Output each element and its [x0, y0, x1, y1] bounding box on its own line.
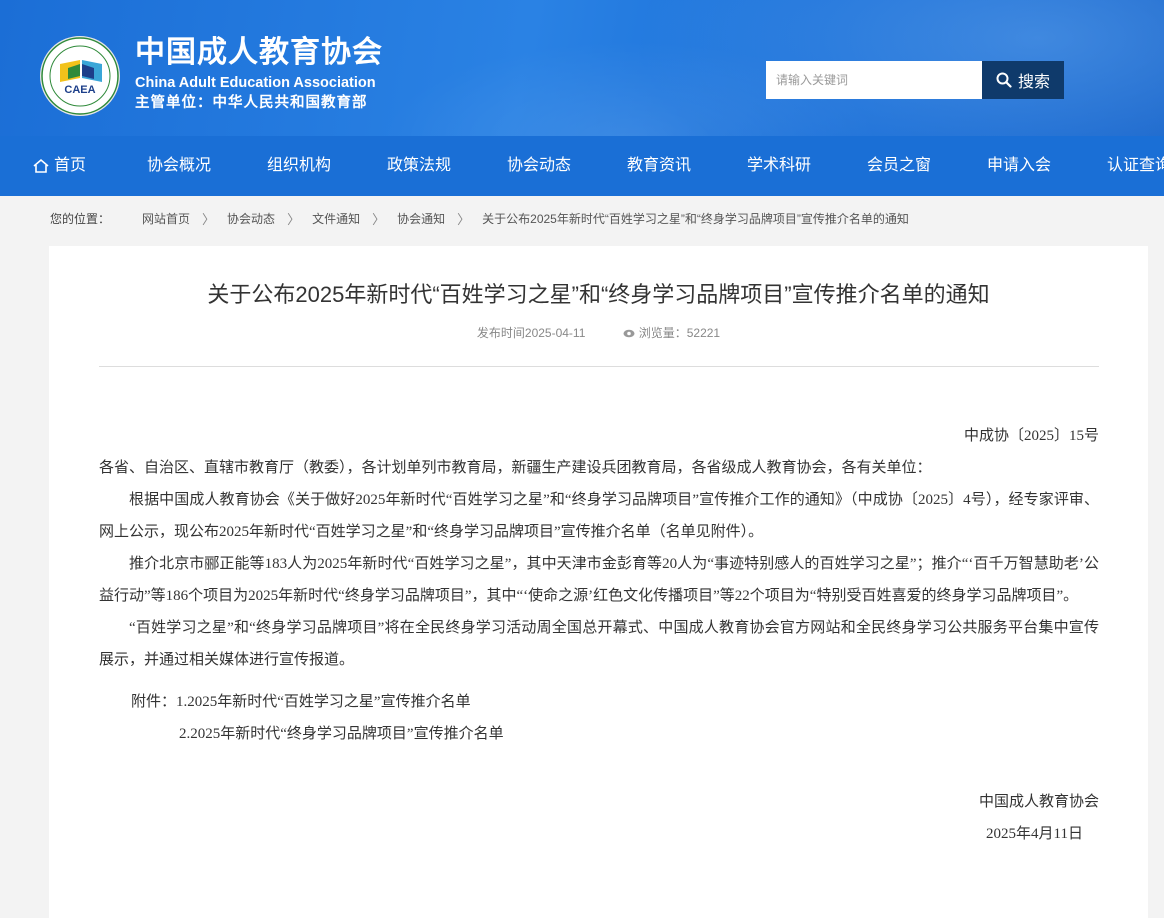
logo-text: CAEA [64, 84, 96, 96]
nav-item-about[interactable]: 协会概况 [147, 136, 211, 196]
nav-item-home[interactable]: 首页 [32, 136, 86, 196]
logo-book-icon [60, 60, 102, 82]
attachment-link-2[interactable]: 2.2025年新时代“终身学习品牌项目”宣传推介名单 [99, 718, 1099, 750]
main-nav: 首页 协会概况 组织机构 政策法规 协会动态 教育资讯 学术科研 会员之窗 申请… [0, 136, 1164, 196]
article-title: 关于公布2025年新时代“百姓学习之星”和“终身学习品牌项目”宣传推介名单的通知 [207, 282, 990, 307]
chevron-right-icon: 〉 [202, 211, 216, 227]
home-icon [33, 158, 49, 173]
nav-item-join[interactable]: 申请入会 [987, 136, 1051, 196]
doc-number: 中成协〔2025〕15号 [963, 428, 1099, 444]
title-divider [99, 366, 1099, 367]
search-icon [996, 72, 1012, 88]
nav-item-research[interactable]: 学术科研 [747, 136, 811, 196]
site-title-en: China Adult Education Association [135, 75, 376, 91]
article-meta: 发布时间2025-04-11 浏览量：52221 [49, 324, 1148, 341]
nav-item-education-info[interactable]: 教育资讯 [627, 136, 691, 196]
breadcrumb-item-notices[interactable]: 文件通知 [312, 210, 360, 227]
nav-item-organization[interactable]: 组织机构 [267, 136, 331, 196]
salutation: 各省、自治区、直辖市教育厅（教委），各计划单列市教育局，新疆生产建设兵团教育局，… [99, 460, 932, 476]
site-header: CAEA 中国成人教育协会 China Adult Education Asso… [0, 0, 1164, 136]
search-button-label: 搜索 [1017, 74, 1050, 91]
eye-icon [623, 330, 635, 338]
site-title[interactable]: 中国成人教育协会 [135, 36, 383, 70]
article-card: 关于公布2025年新时代“百姓学习之星”和“终身学习品牌项目”宣传推介名单的通知… [49, 246, 1148, 918]
publish-time: 发布时间2025-04-11 [476, 326, 586, 340]
breadcrumb-label: 您的位置： [50, 211, 111, 226]
nav-item-news[interactable]: 协会动态 [507, 136, 571, 196]
chevron-right-icon: 〉 [457, 211, 471, 227]
attachment-link-1[interactable]: 附件：1.2025年新时代“百姓学习之星”宣传推介名单 [99, 686, 1099, 718]
breadcrumb: 您的位置： 网站首页 〉 协会动态 〉 文件通知 〉 协会通知 〉 关于公布20… [50, 208, 909, 228]
breadcrumb-item-home[interactable]: 网站首页 [142, 210, 190, 227]
site-logo[interactable]: CAEA [40, 36, 120, 116]
article-body: 中成协〔2025〕15号 各省、自治区、直辖市教育厅（教委），各计划单列市教育局… [99, 420, 1099, 850]
nav-item-members[interactable]: 会员之窗 [867, 136, 931, 196]
view-count-text: 浏览量：52221 [638, 326, 721, 340]
signature: 中国成人教育协会 [978, 794, 1099, 810]
nav-item-label: 首页 [54, 157, 87, 174]
signature-date: 2025年4月11日 [986, 826, 1083, 842]
nav-item-certification[interactable]: 认证查询 [1107, 136, 1164, 196]
search-input[interactable] [766, 61, 982, 99]
view-count: 浏览量：52221 [623, 324, 720, 341]
chevron-right-icon: 〉 [372, 211, 386, 227]
chevron-right-icon: 〉 [287, 211, 301, 227]
article-paragraph: “百姓学习之星”和“终身学习品牌项目”将在全民终身学习活动周全国总开幕式、中国成… [99, 620, 1099, 668]
article-paragraph: 推介北京市郦正能等183人为2025年新时代“百姓学习之星”，其中天津市金彭育等… [99, 556, 1099, 604]
nav-item-policy[interactable]: 政策法规 [387, 136, 451, 196]
breadcrumb-item-current: 关于公布2025年新时代“百姓学习之星”和“终身学习品牌项目”宣传推介名单的通知 [482, 211, 909, 226]
article-paragraph: 根据中国成人教育协会《关于做好2025年新时代“百姓学习之星”和“终身学习品牌项… [99, 492, 1099, 540]
breadcrumb-item-association-notices[interactable]: 协会通知 [397, 210, 445, 227]
breadcrumb-item-news[interactable]: 协会动态 [227, 210, 275, 227]
site-subtitle: 主管单位：中华人民共和国教育部 [135, 95, 368, 111]
search-button[interactable]: 搜索 [982, 61, 1064, 99]
